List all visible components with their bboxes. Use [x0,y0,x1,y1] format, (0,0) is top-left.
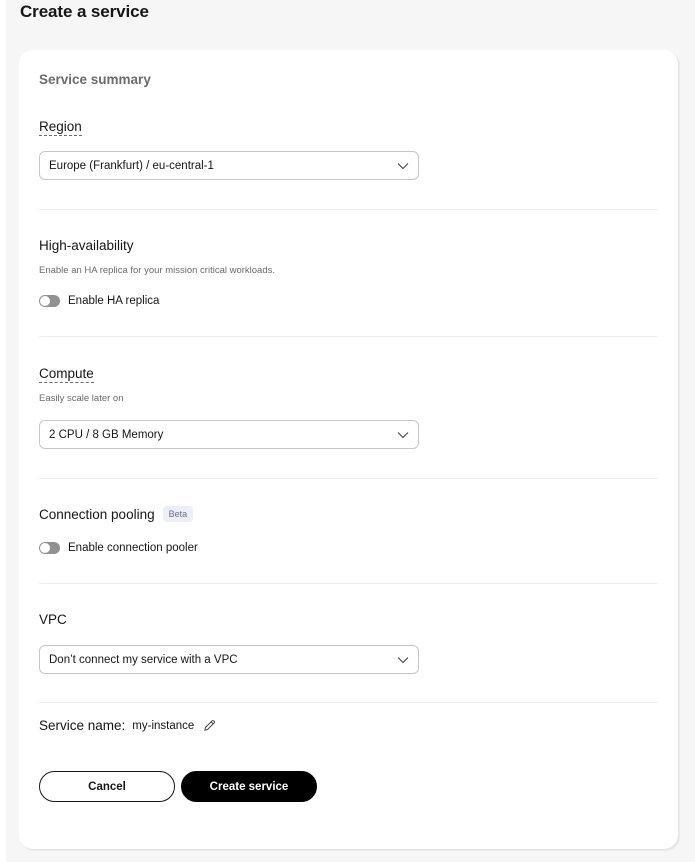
divider [39,702,658,703]
compute-select[interactable]: 2 CPU / 8 GB Memory [39,420,419,449]
compute-label: Compute [39,366,94,383]
service-name-value: my-instance [132,719,195,732]
service-name-label: Service name: [39,718,126,733]
compute-select-value: 2 CPU / 8 GB Memory [49,428,164,441]
create-service-button[interactable]: Create service [181,771,317,802]
service-summary-title: Service summary [39,72,151,87]
connection-pooling-label: Connection pooling Beta [39,506,194,523]
vpc-label: VPC [39,612,67,627]
region-select[interactable]: Europe (Frankfurt) / eu-central-1 [39,151,419,180]
chevron-down-icon [397,656,409,663]
chevron-down-icon [397,431,409,438]
ha-replica-toggle-row[interactable]: Enable HA replica [39,295,159,307]
toggle-knob [40,296,50,306]
service-name-row: Service name: my-instance [39,718,216,733]
toggle-knob [40,543,50,553]
cancel-button[interactable]: Cancel [39,771,175,802]
high-availability-helper: Enable an HA replica for your mission cr… [39,265,276,276]
chevron-down-icon [397,162,409,169]
create-service-page: Create a service Service summary Region … [0,0,695,862]
ha-replica-toggle[interactable] [39,295,60,307]
page-title: Create a service [20,2,149,21]
pencil-icon[interactable] [203,719,216,732]
connection-pooler-toggle-row[interactable]: Enable connection pooler [39,542,198,554]
service-summary-card: Service summary Region Europe (Frankfurt… [19,50,678,849]
vpc-select-value: Don’t connect my service with a VPC [49,653,238,666]
vpc-select[interactable]: Don’t connect my service with a VPC [39,645,419,674]
divider [39,336,658,337]
region-select-value: Europe (Frankfurt) / eu-central-1 [49,159,214,172]
ha-replica-toggle-label: Enable HA replica [68,295,160,307]
divider [39,478,658,479]
connection-pooler-toggle[interactable] [39,542,60,554]
left-edge [0,0,6,862]
region-label: Region [39,119,82,136]
compute-helper: Easily scale later on [39,393,124,404]
connection-pooler-toggle-label: Enable connection pooler [68,542,198,554]
high-availability-label: High-availability [39,238,134,253]
connection-pooling-title: Connection pooling [39,507,155,522]
divider [39,583,658,584]
divider [39,209,658,210]
beta-badge: Beta [162,506,194,523]
